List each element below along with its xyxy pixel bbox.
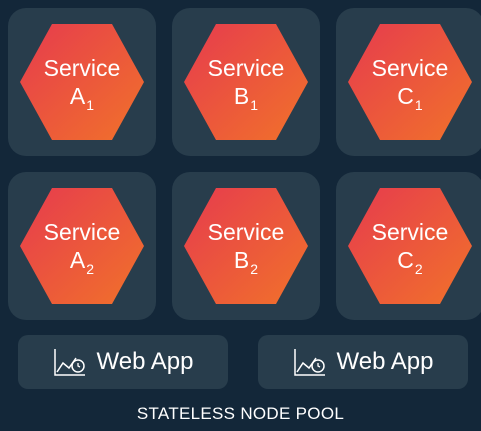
service-index: 2 — [250, 261, 259, 277]
web-app-box-2: Web App — [258, 335, 468, 389]
service-letter: C — [397, 247, 414, 273]
service-tile-a2: Service A2 — [8, 172, 156, 320]
chart-timer-icon — [293, 347, 327, 377]
service-label: Service — [371, 219, 449, 245]
web-app-label: Web App — [96, 348, 194, 375]
service-hexagon: Service C2 — [346, 186, 474, 306]
service-label: Service — [371, 55, 449, 81]
web-app-box-1: Web App — [18, 335, 228, 389]
service-hexagon: Service B2 — [182, 186, 310, 306]
service-hexagon: Service A2 — [18, 186, 146, 306]
service-label: Service — [207, 219, 285, 245]
service-letter: A — [69, 247, 86, 273]
service-hexagon: Service A1 — [18, 22, 146, 142]
service-tile-c1: Service C1 — [336, 8, 481, 156]
service-index: 2 — [414, 261, 423, 277]
service-letter: B — [233, 83, 250, 109]
service-index: 1 — [250, 97, 259, 113]
service-index: 1 — [414, 97, 423, 113]
service-tile-b1: Service B1 — [172, 8, 320, 156]
web-app-label: Web App — [336, 348, 434, 375]
service-label: Service — [207, 55, 285, 81]
service-index: 2 — [86, 261, 95, 277]
chart-timer-icon — [53, 347, 87, 377]
service-tile-c2: Service C2 — [336, 172, 481, 320]
service-tile-b2: Service B2 — [172, 172, 320, 320]
service-index: 1 — [86, 97, 95, 113]
service-tile-a1: Service A1 — [8, 8, 156, 156]
service-letter: C — [397, 83, 414, 109]
node-pool-caption: STATELESS NODE POOL — [136, 404, 345, 423]
service-hexagon: Service B1 — [182, 22, 310, 142]
service-label: Service — [43, 219, 121, 245]
service-letter: A — [69, 83, 86, 109]
service-label: Service — [43, 55, 121, 81]
service-letter: B — [233, 247, 250, 273]
service-hexagon: Service C1 — [346, 22, 474, 142]
